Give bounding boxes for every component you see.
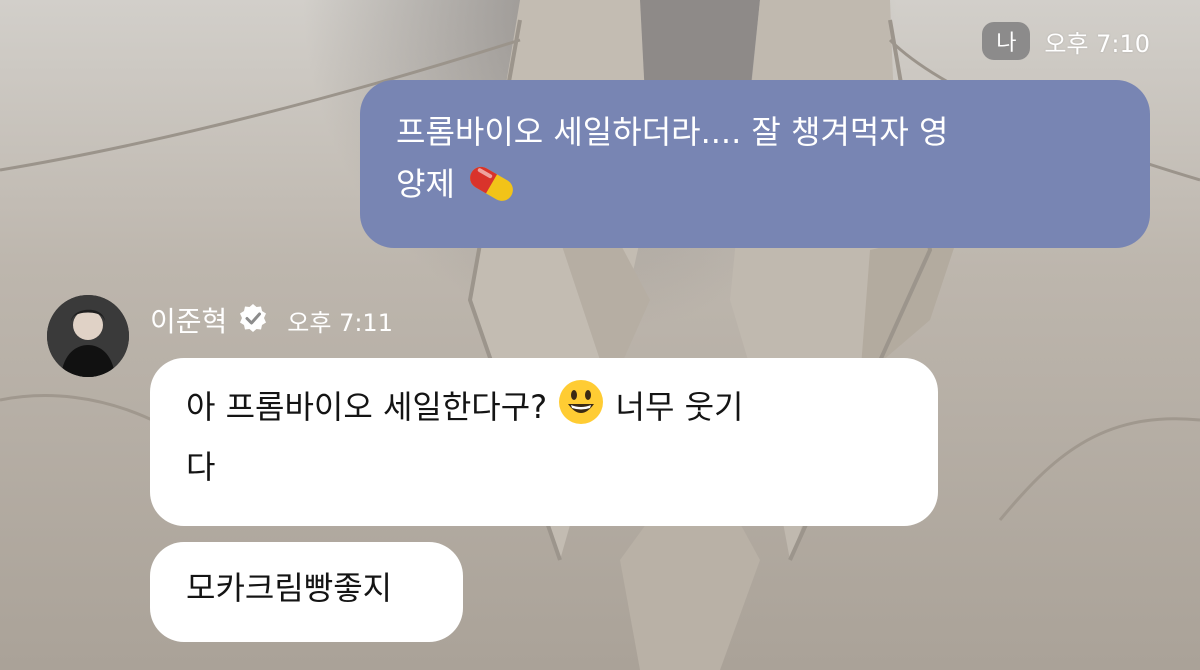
sender-message-time: 오후 7:11	[287, 308, 393, 337]
other-message-bubble-2[interactable]: 모카크림빵좋지	[150, 542, 463, 642]
other-message-text-part2: 너무 웃기	[615, 388, 744, 426]
my-message-time: 오후 7:10	[1044, 29, 1150, 58]
my-message-line2: 양제	[396, 165, 455, 203]
my-message-line1: 프롬바이오 세일하더라.... 잘 챙겨먹자 영	[396, 113, 949, 151]
other-message-text-line2: 다	[186, 448, 216, 486]
sender-row: 이준혁 오후 7:11	[150, 300, 393, 340]
my-badge: 나	[982, 22, 1031, 60]
other-message-2-text: 모카크림빵좋지	[186, 569, 393, 607]
my-message-header: 나 오후 7:10	[982, 22, 1150, 60]
smiley-icon	[557, 378, 605, 441]
other-message-text-part1: 아 프롬바이오 세일한다구?	[186, 388, 548, 426]
my-message-bubble[interactable]: 프롬바이오 세일하더라.... 잘 챙겨먹자 영 양제	[360, 80, 1150, 248]
verified-badge-icon	[237, 302, 269, 338]
other-message-bubble-1[interactable]: 아 프롬바이오 세일한다구? 너무 웃기 다	[150, 358, 938, 526]
sender-name[interactable]: 이준혁	[150, 300, 227, 340]
avatar[interactable]	[47, 295, 129, 377]
pill-icon	[465, 163, 519, 218]
